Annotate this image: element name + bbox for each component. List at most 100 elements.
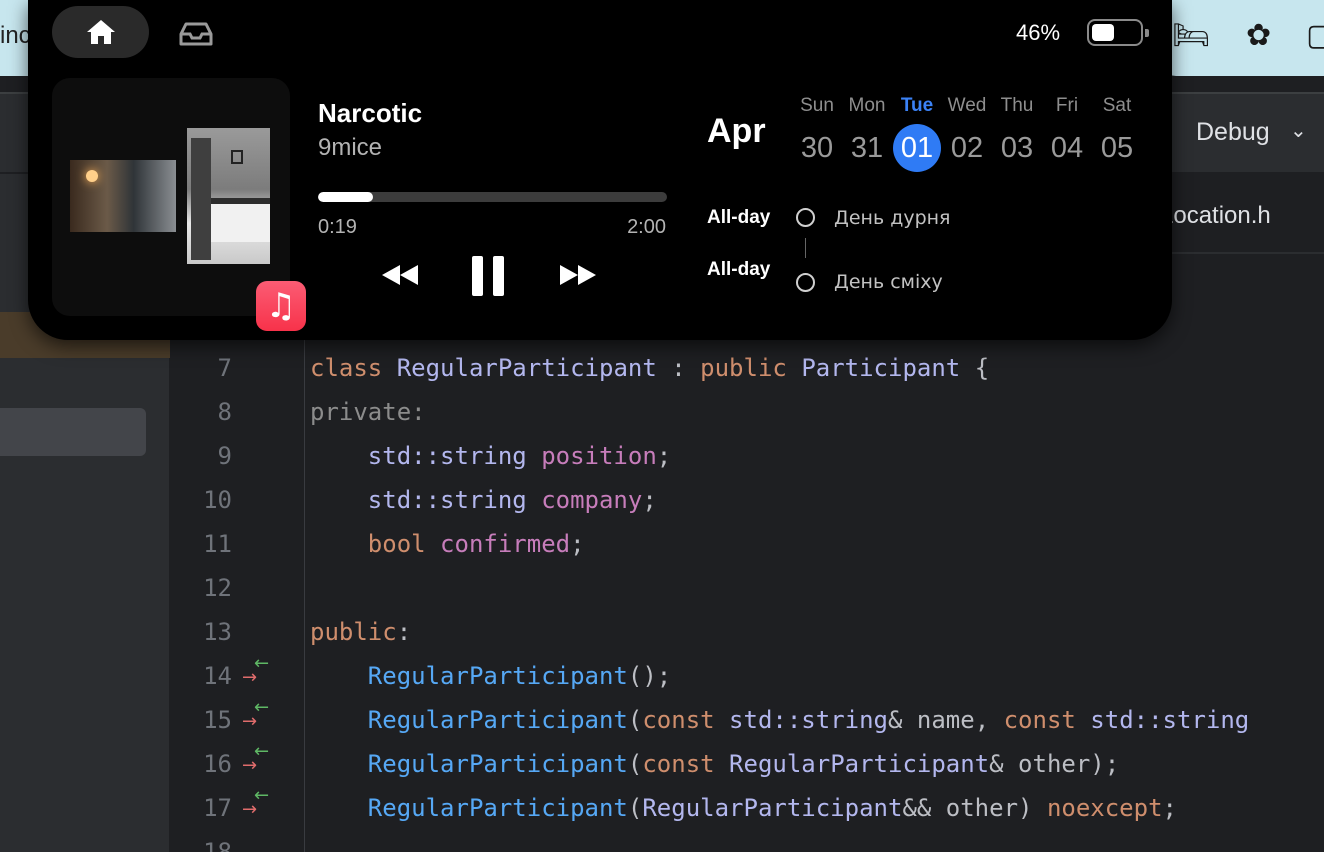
code-token: const: [642, 706, 730, 734]
event-label: All-day: [707, 259, 771, 280]
calendar-day-sat[interactable]: Sat 05: [1092, 92, 1142, 172]
code-line[interactable]: 17 ← → RegularParticipant(RegularParticipa…: [0, 786, 1324, 830]
code-text: class RegularParticipant : public Partic…: [310, 346, 989, 390]
weekday-label: Fri: [1055, 95, 1079, 116]
code-token: (: [627, 706, 643, 734]
line-number: 13: [203, 618, 232, 646]
code-line[interactable]: 12: [0, 566, 1324, 610]
line-number: 17: [203, 794, 232, 822]
music-note-icon: ♫: [265, 286, 297, 326]
album-artwork[interactable]: [52, 78, 290, 316]
artwork-lamp: [86, 170, 98, 182]
code-token: {: [960, 354, 990, 382]
code-token: company: [541, 486, 643, 514]
code-line[interactable]: 11 bool confirmed;: [0, 522, 1324, 566]
code-token: noexcept: [1046, 794, 1163, 822]
code-line[interactable]: 14 ← → RegularParticipant();: [0, 654, 1324, 698]
track-artist: 9mice: [318, 134, 383, 161]
code-text: RegularParticipant(const RegularParticip…: [310, 742, 1119, 786]
line-number: 18: [203, 838, 232, 852]
implementation-marker-icon[interactable]: ← →: [242, 786, 276, 826]
code-token: std::string: [310, 486, 542, 514]
code-token: & name,: [888, 706, 1004, 734]
code-text: public:: [310, 610, 411, 654]
artwork-frame: [231, 150, 243, 164]
code-token: :: [396, 618, 412, 646]
run-config-selector[interactable]: Debug: [1196, 118, 1270, 147]
code-token: Participant: [801, 354, 961, 382]
line-number: 11: [203, 530, 232, 558]
code-token: const: [1003, 706, 1091, 734]
code-token: class: [310, 354, 397, 382]
pause-button[interactable]: [468, 252, 508, 298]
code-token: ;: [1162, 794, 1177, 822]
weekday-label: Sat: [1102, 95, 1132, 116]
tray-tab-button[interactable]: [178, 18, 214, 48]
chatgpt-icon: ✿: [1246, 18, 1272, 53]
event-title[interactable]: День дурня: [834, 207, 951, 229]
weekday-label: Wed: [947, 95, 987, 116]
code-text: RegularParticipant(RegularParticipant&& …: [310, 786, 1177, 830]
code-token: bool: [310, 530, 441, 558]
home-tab-button[interactable]: [52, 6, 149, 58]
code-text: RegularParticipant(const std::string& na…: [310, 698, 1249, 742]
event-checkbox[interactable]: [796, 273, 815, 292]
code-text: bool confirmed;: [310, 522, 585, 566]
chevron-down-icon[interactable]: ⌄: [1290, 118, 1307, 142]
implementation-marker-icon[interactable]: ← →: [242, 742, 276, 782]
implementation-marker-icon[interactable]: ← →: [242, 698, 276, 738]
line-number: 15: [203, 706, 232, 734]
code-line[interactable]: 15 ← → RegularParticipant(const std::strin…: [0, 698, 1324, 742]
home-icon: [87, 20, 115, 44]
calendar-day-sun[interactable]: Sun 30: [792, 92, 842, 172]
code-line[interactable]: 9 std::string position;: [0, 434, 1324, 478]
code-token: RegularParticipant: [396, 354, 657, 382]
event-connector: [805, 238, 806, 258]
artwork-photo-left: [70, 160, 176, 232]
code-line[interactable]: 8 private:: [0, 390, 1324, 434]
previous-track-button[interactable]: [378, 258, 424, 292]
playback-progress-bar[interactable]: [318, 192, 667, 202]
weekday-label: Mon: [848, 95, 886, 116]
calendar-day-thu[interactable]: Thu 03: [992, 92, 1042, 172]
background-partial-text: inc: [0, 22, 31, 49]
code-token: & other);: [989, 750, 1120, 778]
artwork-photo-right: [187, 128, 270, 264]
calendar-day-tue[interactable]: Tue 01: [892, 92, 942, 172]
line-number: 9: [217, 442, 232, 470]
day-number: 30: [800, 132, 834, 164]
event-title[interactable]: День сміху: [834, 271, 943, 293]
code-line[interactable]: 7 class RegularParticipant : public Parti…: [0, 346, 1324, 390]
bed-icon: 🛏: [1172, 18, 1211, 53]
calendar-day-wed[interactable]: Wed 02: [942, 92, 992, 172]
code-line[interactable]: 13 public:: [0, 610, 1324, 654]
line-number: 10: [203, 486, 232, 514]
battery-level: [1092, 24, 1115, 41]
day-number: 31: [850, 132, 884, 164]
implementation-marker-icon[interactable]: ← →: [242, 654, 276, 694]
rewind-icon: [382, 265, 418, 285]
artwork-bed: [211, 198, 270, 242]
code-text: RegularParticipant();: [310, 654, 671, 698]
code-token: RegularParticipant: [310, 662, 628, 690]
code-line[interactable]: 18: [0, 830, 1324, 852]
code-token: RegularParticipant: [310, 706, 628, 734]
tray-icon: [179, 22, 213, 46]
code-text: std::string company;: [310, 478, 657, 522]
code-text: private:: [310, 390, 426, 434]
code-line[interactable]: 16 ← → RegularParticipant(const RegularPar…: [0, 742, 1324, 786]
calendar-day-fri[interactable]: Fri 04: [1042, 92, 1092, 172]
code-line[interactable]: 10 std::string company;: [0, 478, 1324, 522]
navigate-down-arrow-icon: →: [242, 799, 258, 820]
calendar-day-mon[interactable]: Mon 31: [842, 92, 892, 172]
code-token: const: [642, 750, 730, 778]
elapsed-time: 0:19: [318, 216, 357, 238]
fast-forward-icon: [560, 265, 596, 285]
day-number: 04: [1050, 132, 1084, 164]
next-track-button[interactable]: [554, 258, 600, 292]
code-token: private:: [310, 398, 426, 426]
editor-tab[interactable]: Location.h: [1160, 202, 1271, 230]
event-checkbox[interactable]: [796, 208, 815, 227]
apple-music-icon[interactable]: ♫: [256, 281, 306, 331]
battery-percentage: 46%: [1016, 20, 1061, 45]
